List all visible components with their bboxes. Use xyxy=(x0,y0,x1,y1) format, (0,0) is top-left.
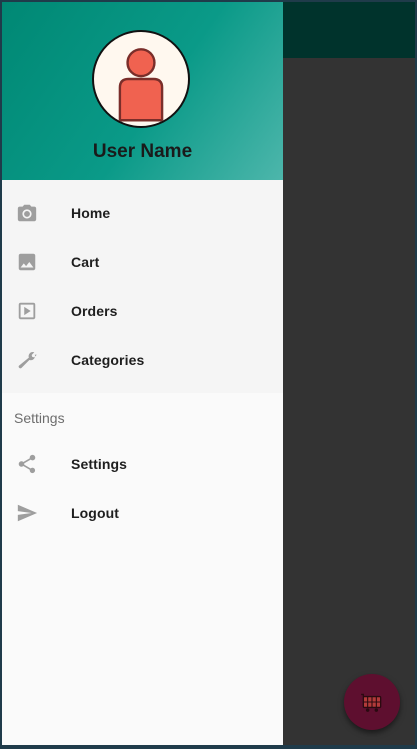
menu-item-label: Cart xyxy=(71,253,100,270)
share-icon xyxy=(16,453,38,475)
menu-item-label: Logout xyxy=(71,504,120,521)
user-avatar-icon xyxy=(118,48,164,122)
secondary-menu: Settings Logout xyxy=(2,439,283,537)
menu-item-categories[interactable]: Categories xyxy=(2,335,283,384)
wrench-icon xyxy=(16,349,38,371)
screen: User Name Home Cart Orders Categories Se… xyxy=(2,2,415,745)
send-icon xyxy=(16,502,38,524)
menu-item-logout[interactable]: Logout xyxy=(2,488,283,537)
menu-item-cart[interactable]: Cart xyxy=(2,237,283,286)
shopping-cart-icon xyxy=(361,693,382,712)
camera-icon xyxy=(16,202,38,224)
cart-fab-button[interactable] xyxy=(344,674,400,730)
navigation-drawer: User Name Home Cart Orders Categories Se… xyxy=(2,2,283,745)
section-label-settings: Settings xyxy=(14,410,65,426)
menu-item-settings[interactable]: Settings xyxy=(2,439,283,488)
menu-item-orders[interactable]: Orders xyxy=(2,286,283,335)
primary-menu: Home Cart Orders Categories xyxy=(2,180,283,393)
menu-item-home[interactable]: Home xyxy=(2,188,283,237)
menu-item-label: Orders xyxy=(71,302,118,319)
menu-item-label: Categories xyxy=(71,351,145,368)
menu-item-label: Home xyxy=(71,204,111,221)
drawer-header: User Name xyxy=(2,2,283,180)
avatar[interactable] xyxy=(92,30,190,128)
play-box-icon xyxy=(16,300,38,322)
image-icon xyxy=(16,251,38,273)
user-name: User Name xyxy=(92,141,193,162)
menu-item-label: Settings xyxy=(71,455,128,472)
